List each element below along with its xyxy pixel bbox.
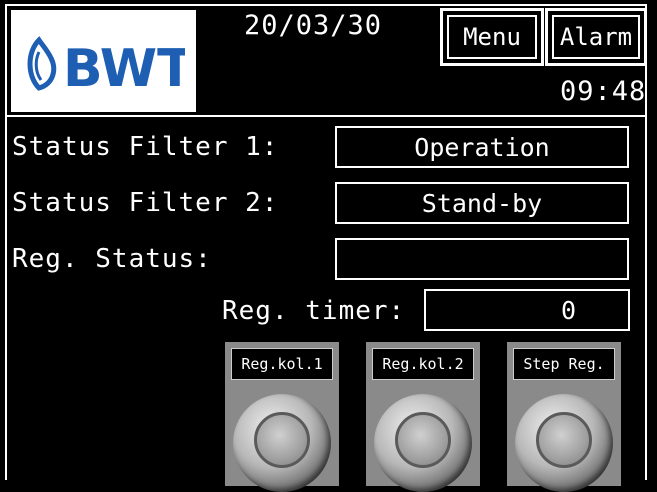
bwt-logo: BWT: [11, 10, 196, 112]
step-reg-button[interactable]: Step Reg.: [507, 342, 621, 492]
reg-kol-1-button[interactable]: Reg.kol.1: [225, 342, 339, 492]
push-button-icon: [515, 394, 613, 492]
status-filter-1-value: Operation: [335, 126, 629, 168]
step-reg-label: Step Reg.: [513, 348, 615, 380]
header-divider: [5, 115, 647, 117]
reg-status-value: [335, 238, 629, 280]
bwt-logo-icon: BWT: [27, 36, 185, 94]
alarm-button-label: Alarm: [552, 15, 640, 59]
status-filter-2-label: Status Filter 2:: [12, 188, 279, 218]
push-button-icon: [233, 394, 331, 492]
reg-kol-2-label: Reg.kol.2: [372, 348, 474, 380]
push-button-icon: [374, 394, 472, 492]
reg-status-label: Reg. Status:: [12, 244, 212, 274]
reg-kol-2-button[interactable]: Reg.kol.2: [366, 342, 480, 492]
date-display: 20/03/30: [244, 10, 383, 41]
reg-timer-label: Reg. timer:: [222, 296, 406, 326]
reg-timer-value: 0: [424, 289, 630, 331]
status-filter-2-value: Stand-by: [335, 182, 629, 224]
reg-kol-1-label: Reg.kol.1: [231, 348, 333, 380]
status-filter-1-label: Status Filter 1:: [12, 132, 279, 162]
time-display: 09:48: [560, 76, 647, 107]
menu-button-label: Menu: [447, 15, 537, 59]
logo-text: BWT: [63, 39, 185, 94]
alarm-button[interactable]: Alarm: [545, 8, 647, 66]
menu-button[interactable]: Menu: [440, 8, 544, 66]
